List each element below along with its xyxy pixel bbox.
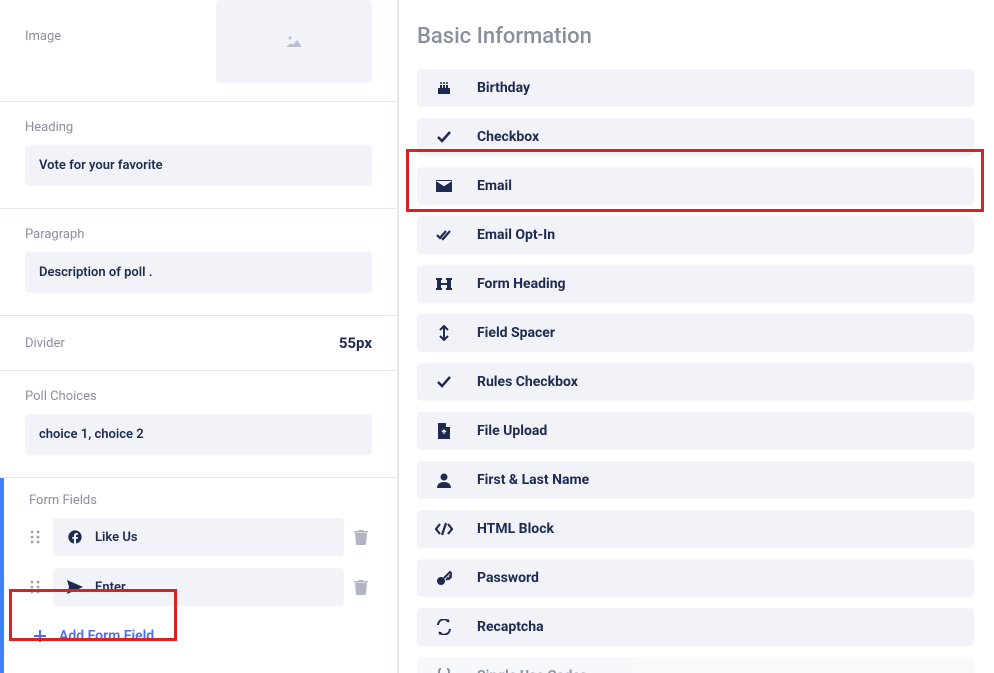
field-type-html-block[interactable]: HTML Block bbox=[417, 510, 974, 548]
field-type-birthday[interactable]: Birthday bbox=[417, 69, 974, 107]
drag-handle-icon[interactable] bbox=[29, 529, 43, 545]
field-type-field-spacer[interactable]: Field Spacer bbox=[417, 314, 974, 352]
field-type-single-use-codes[interactable]: Single Use Codes bbox=[417, 657, 974, 673]
field-type-label: Recaptcha bbox=[477, 619, 544, 635]
spacer-icon bbox=[435, 325, 453, 341]
plus-icon bbox=[33, 629, 47, 643]
drag-handle-icon[interactable] bbox=[29, 579, 43, 595]
heading-section[interactable]: Heading Vote for your favorite bbox=[0, 102, 397, 209]
form-field-row: Like Us bbox=[29, 518, 372, 556]
field-type-label: Birthday bbox=[477, 80, 530, 96]
poll-choices-label: Poll Choices bbox=[25, 389, 372, 404]
field-type-label: Email Opt-In bbox=[477, 227, 555, 243]
envelope-icon bbox=[435, 178, 453, 194]
divider-value: 55px bbox=[339, 334, 372, 352]
field-type-label: Checkbox bbox=[477, 129, 539, 145]
poll-choices-input[interactable]: choice 1, choice 2 bbox=[25, 414, 372, 455]
form-fields-label: Form Fields bbox=[29, 493, 372, 508]
field-type-name[interactable]: First & Last Name bbox=[417, 461, 974, 499]
field-type-label: Form Heading bbox=[477, 276, 566, 292]
heading-label: Heading bbox=[25, 120, 372, 135]
poll-choices-section[interactable]: Poll Choices choice 1, choice 2 bbox=[0, 371, 397, 478]
image-placeholder[interactable] bbox=[216, 0, 372, 83]
paragraph-input[interactable]: Description of poll . bbox=[25, 252, 372, 293]
field-type-label: Single Use Codes bbox=[477, 668, 587, 673]
heading-input[interactable]: Vote for your favorite bbox=[25, 145, 372, 186]
check-icon bbox=[435, 129, 453, 145]
trash-icon[interactable] bbox=[354, 579, 372, 595]
key-icon bbox=[435, 570, 453, 586]
field-type-password[interactable]: Password bbox=[417, 559, 974, 597]
person-icon bbox=[435, 472, 453, 488]
add-form-field-button[interactable]: Add Form Field bbox=[29, 618, 372, 654]
form-field-like-us[interactable]: Like Us bbox=[53, 518, 344, 556]
braces-icon bbox=[435, 668, 453, 673]
field-type-label: First & Last Name bbox=[477, 472, 589, 488]
field-type-email[interactable]: Email bbox=[417, 167, 974, 205]
right-panel: Basic Information Birthday Checkbox Emai… bbox=[399, 0, 994, 673]
field-type-label: File Upload bbox=[477, 423, 547, 439]
field-type-label: Rules Checkbox bbox=[477, 374, 578, 390]
check-icon bbox=[435, 374, 453, 390]
facebook-icon bbox=[67, 529, 83, 545]
field-type-label: Email bbox=[477, 178, 512, 194]
image-icon bbox=[286, 35, 302, 49]
form-field-label: Enter bbox=[95, 580, 126, 595]
code-icon bbox=[435, 521, 453, 537]
refresh-icon bbox=[435, 619, 453, 635]
field-type-label: Password bbox=[477, 570, 539, 586]
form-field-row: Enter bbox=[29, 568, 372, 606]
field-type-email-optin[interactable]: Email Opt-In bbox=[417, 216, 974, 254]
field-type-list: Birthday Checkbox Email Email Opt-In bbox=[417, 69, 974, 673]
form-fields-section: Form Fields Like Us bbox=[0, 478, 397, 673]
field-type-form-heading[interactable]: Form Heading bbox=[417, 265, 974, 303]
field-type-rules-checkbox[interactable]: Rules Checkbox bbox=[417, 363, 974, 401]
field-type-label: Field Spacer bbox=[477, 325, 555, 341]
divider-label: Divider bbox=[25, 336, 65, 351]
field-type-recaptcha[interactable]: Recaptcha bbox=[417, 608, 974, 646]
heading-icon bbox=[435, 276, 453, 292]
field-type-checkbox[interactable]: Checkbox bbox=[417, 118, 974, 156]
send-icon bbox=[67, 579, 83, 595]
paragraph-section[interactable]: Paragraph Description of poll . bbox=[0, 209, 397, 316]
right-panel-title: Basic Information bbox=[417, 24, 974, 49]
form-field-enter[interactable]: Enter bbox=[53, 568, 344, 606]
form-field-label: Like Us bbox=[95, 530, 138, 545]
file-icon bbox=[435, 423, 453, 439]
paragraph-label: Paragraph bbox=[25, 227, 372, 242]
image-label: Image bbox=[25, 29, 61, 44]
divider-section[interactable]: Divider 55px bbox=[0, 316, 397, 371]
doublecheck-icon bbox=[435, 227, 453, 243]
birthday-icon bbox=[435, 80, 453, 96]
left-panel: Image Heading Vote for your favorite Par… bbox=[0, 0, 399, 673]
field-type-file-upload[interactable]: File Upload bbox=[417, 412, 974, 450]
field-type-label: HTML Block bbox=[477, 521, 554, 537]
image-section[interactable]: Image bbox=[0, 0, 397, 102]
add-form-field-label: Add Form Field bbox=[59, 628, 154, 644]
trash-icon[interactable] bbox=[354, 529, 372, 545]
